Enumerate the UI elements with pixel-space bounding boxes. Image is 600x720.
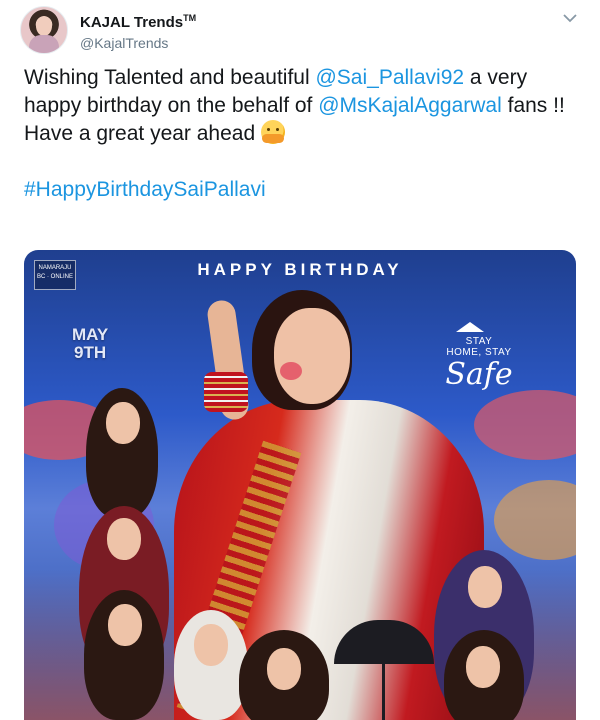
main-figure-color-powder [280,362,302,380]
safe-text: Safe [445,357,513,392]
hugging-face-emoji-icon [261,120,285,144]
mention-ms-kajal[interactable]: @MsKajalAggarwal [318,94,502,117]
text-segment: fans !! [501,94,565,117]
user-handle[interactable]: @KajalTrends [80,34,196,52]
portrait-face [107,518,141,560]
collage-portrait [239,630,329,720]
portrait-face [108,604,142,646]
portrait-face [194,624,228,666]
bokeh-light [474,390,576,460]
poster-date-day: 9TH [74,343,107,362]
chevron-down-icon[interactable] [562,12,578,24]
tweet-paragraph-1: Wishing Talented and beautiful @Sai_Pall… [24,64,584,120]
tweet-media-image[interactable]: NAMARAJU BC · ONLINE HAPPY BIRTHDAY MAY … [24,250,576,720]
display-name[interactable]: KAJAL TrendsTM [80,9,196,32]
chevron-down-svg [563,14,577,23]
tweet: KAJAL TrendsTM @KajalTrends Wishing Tale… [0,0,600,720]
umbrella-handle [382,660,385,720]
text-segment: Have a great year ahead [24,122,261,145]
tweet-paragraph-2: Have a great year ahead [24,120,584,148]
user-info[interactable]: KAJAL TrendsTM @KajalTrends [80,9,196,52]
house-icon [456,322,484,332]
collage-portrait [84,590,164,720]
collage-portrait [444,630,524,720]
collage-portrait [174,610,248,720]
avatar[interactable] [20,6,68,54]
bangles [204,372,248,412]
tweet-paragraph-3: #HappyBirthdaySaiPallavi [24,176,584,204]
portrait-face [106,402,140,444]
avatar-body [29,35,59,53]
portrait-face [468,566,502,608]
trademark-mark: TM [183,13,197,23]
tweet-text: Wishing Talented and beautiful @Sai_Pall… [24,64,584,204]
poster-title: HAPPY BIRTHDAY [197,260,403,279]
stay-home-stay-safe-badge: STAY HOME, STAY Safe [434,322,524,392]
hashtag-link[interactable]: #HappyBirthdaySaiPallavi [24,178,266,201]
poster-date-month: MAY [72,325,109,344]
bokeh-light [494,480,576,560]
collage-portrait [86,388,158,518]
avatar-face [36,16,52,36]
portrait-face [267,648,301,690]
mention-sai-pallavi[interactable]: @Sai_Pallavi92 [315,66,464,89]
poster-date: MAY 9TH [72,326,108,362]
stay-line-1: STAY [465,336,493,347]
display-name-text: KAJAL Trends [80,14,184,31]
text-segment: Wishing Talented and beautiful [24,66,316,89]
portrait-face [466,646,500,688]
main-figure-face [274,308,350,404]
